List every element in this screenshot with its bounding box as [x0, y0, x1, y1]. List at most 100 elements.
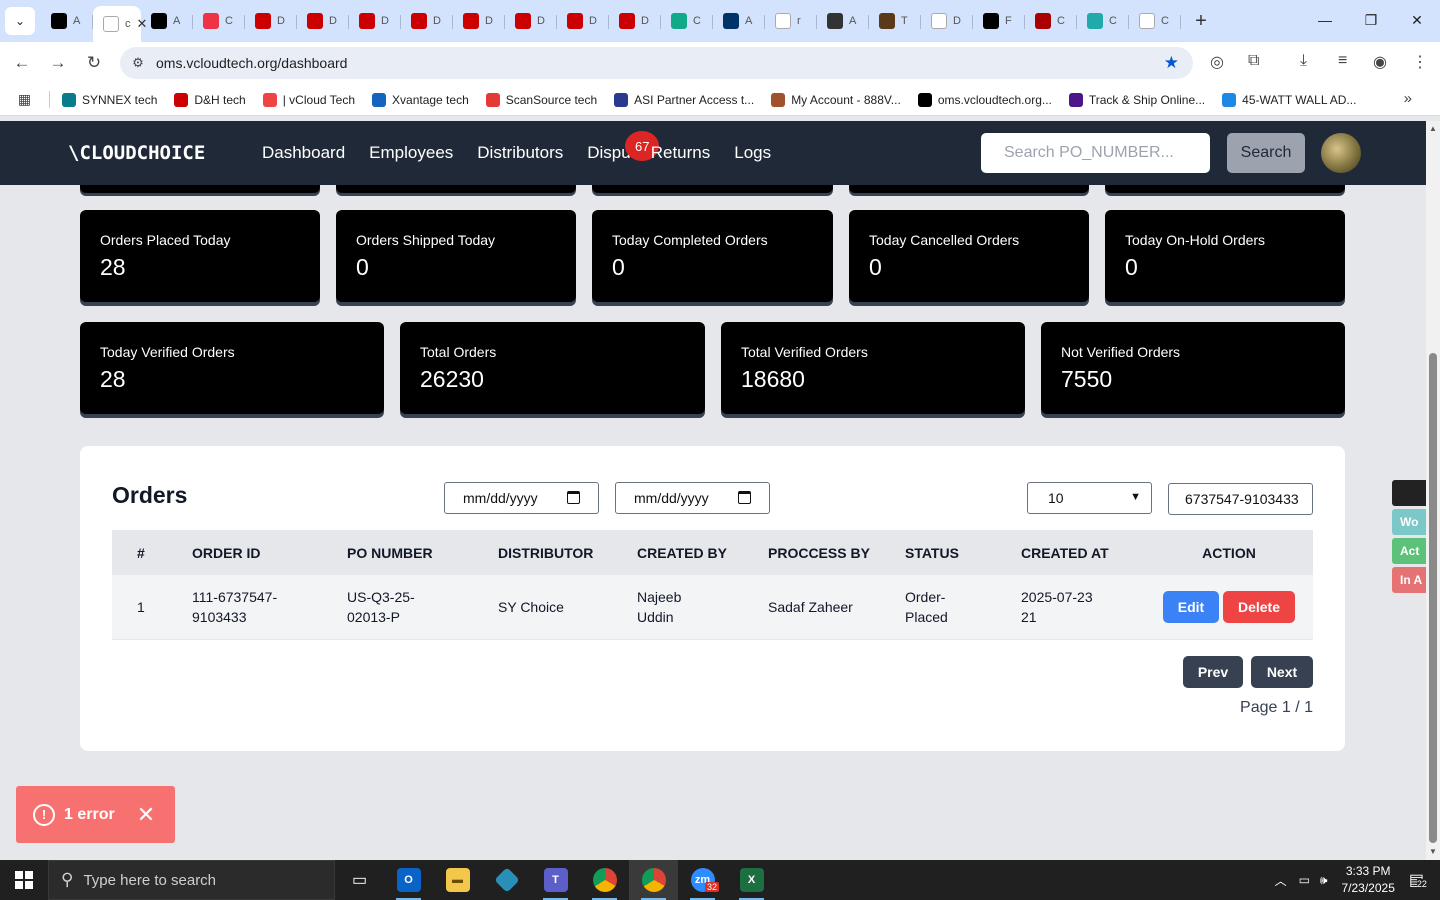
- browser-tab[interactable]: C: [1025, 5, 1077, 37]
- browser-tab[interactable]: D: [505, 5, 557, 37]
- browser-tab[interactable]: F: [973, 5, 1025, 37]
- browser-tab[interactable]: D: [245, 5, 297, 37]
- browser-tab[interactable]: C: [661, 5, 713, 37]
- browser-tab[interactable]: A: [713, 5, 765, 37]
- excel-icon[interactable]: X: [727, 860, 776, 900]
- teams-icon[interactable]: T: [531, 860, 580, 900]
- browser-tab[interactable]: D: [297, 5, 349, 37]
- bookmark-item[interactable]: SYNNEX tech: [62, 92, 157, 107]
- browser-tab[interactable]: D: [349, 5, 401, 37]
- zoom-icon[interactable]: zm 32: [678, 860, 727, 900]
- tab-title: r: [797, 15, 801, 27]
- search-button[interactable]: Search: [1227, 133, 1305, 173]
- network-icon[interactable]: ▭: [1299, 873, 1310, 887]
- bookmark-item[interactable]: D&H tech: [174, 92, 246, 107]
- browser-tab[interactable]: r: [765, 5, 817, 37]
- bookmark-item[interactable]: | vCloud Tech: [262, 92, 355, 107]
- browser-tab[interactable]: A: [141, 5, 193, 37]
- browser-tab[interactable]: A: [41, 5, 93, 37]
- address-bar[interactable]: ⚙ oms.vcloudtech.org/dashboard ★: [120, 47, 1193, 79]
- translate-icon[interactable]: ◎: [1210, 52, 1224, 72]
- file-explorer-icon[interactable]: ▬: [433, 860, 482, 900]
- nav-employees[interactable]: Employees: [369, 143, 453, 163]
- browser-tab[interactable]: C: [1129, 5, 1181, 37]
- menu-icon[interactable]: ⋮: [1412, 52, 1428, 72]
- user-avatar[interactable]: [1321, 133, 1361, 173]
- scroll-down-icon[interactable]: ▼: [1429, 847, 1437, 856]
- media-icon[interactable]: ≡: [1338, 52, 1347, 70]
- browser-tab[interactable]: C: [1077, 5, 1129, 37]
- browser-tab[interactable]: T: [869, 5, 921, 37]
- chrome-icon[interactable]: [580, 860, 629, 900]
- calendar-icon[interactable]: [738, 491, 751, 504]
- browser-tab[interactable]: D: [557, 5, 609, 37]
- profile-icon[interactable]: ◉: [1373, 52, 1387, 72]
- edit-button[interactable]: Edit: [1163, 590, 1219, 623]
- tray-overflow-icon[interactable]: ︿: [1275, 872, 1287, 889]
- back-icon[interactable]: ←: [4, 53, 40, 73]
- side-tab-active[interactable]: Act: [1392, 538, 1426, 564]
- date-to-input[interactable]: mm/dd/yyyy: [615, 482, 770, 514]
- bookmark-item[interactable]: Track & Ship Online...: [1068, 92, 1205, 107]
- minimize-icon[interactable]: —: [1302, 0, 1348, 40]
- next-page-button[interactable]: Next: [1251, 656, 1313, 688]
- bookmark-item[interactable]: ASI Partner Access t...: [614, 92, 754, 107]
- nav-returns[interactable]: Returns: [651, 143, 711, 163]
- outlook-icon[interactable]: O: [384, 860, 433, 900]
- apps-grid-icon[interactable]: ▦: [0, 91, 50, 108]
- bookmark-item[interactable]: oms.vcloudtech.org...: [917, 92, 1052, 107]
- delete-button[interactable]: Delete: [1223, 590, 1295, 623]
- side-tab-handle[interactable]: [1392, 480, 1426, 506]
- bookmark-item[interactable]: My Account - 888V...: [771, 92, 901, 107]
- notifications-icon[interactable]: ▤ 22: [1409, 870, 1427, 890]
- order-filter-input[interactable]: 6737547-9103433: [1168, 483, 1313, 515]
- po-search-input[interactable]: [981, 133, 1210, 173]
- download-icon[interactable]: ⤓: [1300, 52, 1307, 70]
- browser-tab[interactable]: c ✕: [93, 6, 147, 42]
- app-logo[interactable]: \CLOUDCHOICE: [68, 142, 218, 164]
- forward-icon[interactable]: →: [40, 53, 76, 73]
- date-from-input[interactable]: mm/dd/yyyy: [444, 482, 599, 514]
- bookmark-star-icon[interactable]: ★: [1164, 53, 1179, 73]
- bookmark-item[interactable]: ScanSource tech: [485, 92, 597, 107]
- page-scrollbar[interactable]: ▲ ▼: [1426, 121, 1440, 860]
- browser-tab[interactable]: A: [817, 5, 869, 37]
- volume-icon[interactable]: 🕪: [1320, 873, 1328, 888]
- stat-label: Today Completed Orders: [612, 232, 768, 248]
- error-toast[interactable]: ! 1 error ✕: [16, 786, 175, 843]
- close-window-icon[interactable]: ✕: [1394, 0, 1440, 40]
- scrollbar-thumb[interactable]: [1429, 353, 1437, 843]
- nav-distributors[interactable]: Distributors: [477, 143, 563, 163]
- start-button[interactable]: [0, 871, 48, 889]
- extensions-icon[interactable]: ⧉: [1248, 52, 1259, 70]
- browser-tab[interactable]: D: [609, 5, 661, 37]
- nav-disputes[interactable]: Dispu 67: [587, 131, 660, 163]
- app-diamond-icon[interactable]: [482, 860, 531, 900]
- tab-search-button[interactable]: ⌄: [5, 7, 35, 35]
- browser-tab[interactable]: D: [401, 5, 453, 37]
- side-tab-work[interactable]: Wo: [1392, 509, 1426, 535]
- bookmark-item[interactable]: Xvantage tech: [372, 92, 469, 107]
- clock[interactable]: 3:33 PM 7/23/2025: [1341, 863, 1394, 897]
- calendar-icon[interactable]: [567, 491, 580, 504]
- close-icon[interactable]: ✕: [137, 802, 155, 828]
- browser-tab[interactable]: C: [193, 5, 245, 37]
- prev-page-button[interactable]: Prev: [1183, 656, 1243, 688]
- taskbar-search[interactable]: ⚲ Type here to search: [48, 860, 335, 900]
- browser-tab[interactable]: D: [453, 5, 505, 37]
- restore-icon[interactable]: ❐: [1348, 0, 1394, 40]
- tab-title: D: [485, 15, 493, 27]
- task-view-icon[interactable]: ▭: [335, 860, 384, 900]
- new-tab-button[interactable]: +: [1185, 10, 1217, 33]
- nav-dashboard[interactable]: Dashboard: [262, 143, 345, 163]
- nav-logs[interactable]: Logs: [734, 143, 771, 163]
- per-page-select[interactable]: 10 ▼: [1027, 482, 1152, 514]
- bookmarks-overflow-icon[interactable]: »: [1404, 90, 1412, 107]
- chrome-active-icon[interactable]: [629, 860, 678, 900]
- side-tab-inactive[interactable]: In A: [1392, 567, 1426, 593]
- bookmark-item[interactable]: 45-WATT WALL AD...: [1222, 92, 1356, 107]
- site-info-icon[interactable]: ⚙: [120, 55, 156, 71]
- browser-tab[interactable]: D: [921, 5, 973, 37]
- scroll-up-icon[interactable]: ▲: [1429, 124, 1437, 133]
- reload-icon[interactable]: ↻: [76, 53, 112, 73]
